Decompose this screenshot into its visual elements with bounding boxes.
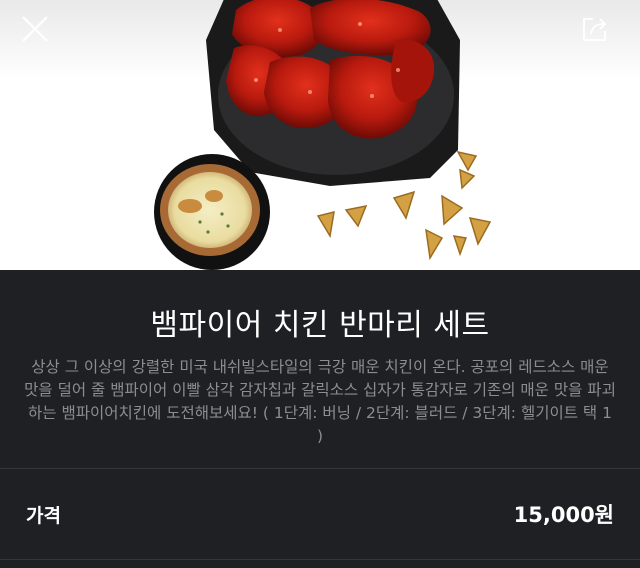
price-value: 15,000원 xyxy=(513,503,614,527)
divider-bottom xyxy=(0,559,640,560)
product-photo xyxy=(0,0,640,270)
price-label: 가격 xyxy=(26,504,61,527)
close-button[interactable] xyxy=(20,14,60,54)
share-button[interactable] xyxy=(580,14,620,54)
close-icon xyxy=(22,16,48,42)
price-row: 가격 15,000원 xyxy=(0,469,640,559)
share-icon xyxy=(583,18,607,41)
baked-potato xyxy=(154,154,270,270)
product-info: 뱀파이어 치킨 반마리 세트 상상 그 이상의 강렬한 미국 내쉬빌스타일의 극… xyxy=(0,270,640,468)
product-name: 뱀파이어 치킨 반마리 세트 xyxy=(150,308,490,343)
product-illustration xyxy=(154,0,492,270)
product-description: 상상 그 이상의 강렬한 미국 내쉬빌스타일의 극강 매운 치킨이 온다. 공포… xyxy=(24,358,616,445)
